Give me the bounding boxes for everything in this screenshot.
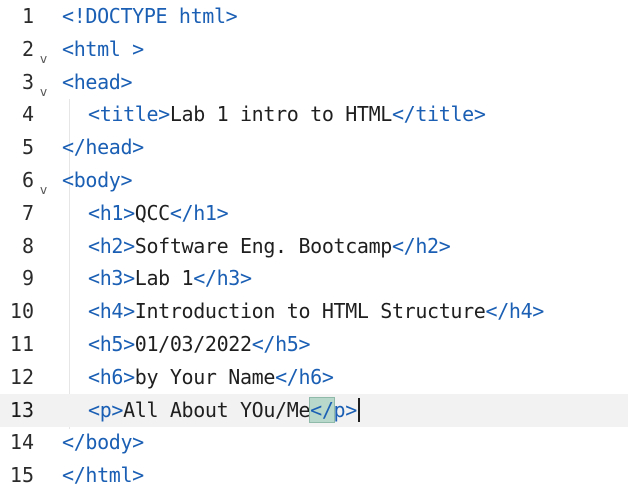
- tag-token: <h6>: [88, 364, 135, 389]
- tag-token: </h5>: [251, 332, 311, 356]
- code-line[interactable]: 1 <!DOCTYPE html>: [0, 0, 628, 33]
- tag-token: </h2>: [391, 233, 451, 258]
- code-content: <p>All About YOu/Me</p>: [88, 394, 360, 427]
- code-line[interactable]: 13 <p>All About YOu/Me</p>: [0, 393, 628, 427]
- code-content: <h6>by Your Name</h6>: [88, 361, 334, 394]
- text-token: 01/03/2022: [134, 332, 252, 356]
- line-number: 2: [21, 36, 34, 61]
- tag-token: <title>: [88, 102, 170, 127]
- text-cursor: [357, 397, 360, 422]
- code-content: </head>: [62, 131, 144, 164]
- code-content: </body>: [62, 426, 144, 459]
- code-content: <h1>QCC</h1>: [88, 197, 229, 230]
- code-content: <body>: [62, 164, 133, 197]
- code-line[interactable]: 15 </html>: [0, 459, 628, 492]
- code-line[interactable]: 4 <title>Lab 1 intro to HTML</title>: [0, 98, 628, 131]
- code-line[interactable]: 5 </head>: [0, 131, 628, 164]
- code-line[interactable]: 10 <h4>Introduction to HTML Structure</h4…: [0, 295, 628, 328]
- line-number: 3: [21, 69, 34, 94]
- code-line[interactable]: 12 <h6>by Your Name</h6>: [0, 361, 628, 394]
- text-token: Introduction to HTML Structure: [134, 299, 486, 324]
- code-content: <head>: [62, 66, 133, 99]
- bracket-match-highlight: </: [309, 396, 335, 423]
- tag-token: </p>: [309, 396, 358, 423]
- tag-token: </body>: [62, 430, 144, 455]
- code-content: </html>: [62, 459, 144, 492]
- code-line[interactable]: 7 <h1>QCC</h1>: [0, 197, 628, 230]
- text-token: by Your Name: [134, 364, 276, 389]
- tag-token: <h1>: [88, 200, 135, 225]
- code-line[interactable]: 8 <h2>Software Eng. Bootcamp</h2>: [0, 230, 628, 263]
- tag-token: <head>: [62, 69, 133, 94]
- tag-token: </h1>: [169, 200, 229, 225]
- code-content: <h4>Introduction to HTML Structure</h4>: [88, 295, 544, 328]
- tag-token: <h3>: [88, 266, 135, 291]
- code-content: <html >: [62, 33, 144, 66]
- tag-token: <h4>: [88, 299, 135, 324]
- line-number: 11: [9, 332, 34, 356]
- line-number: 6: [21, 168, 34, 192]
- tag-token: <!DOCTYPE html>: [62, 4, 238, 28]
- tag-token: <html >: [62, 36, 144, 61]
- text-token: All About YOu/Me: [123, 397, 311, 422]
- line-number: 13: [9, 397, 34, 422]
- tag-token: </h4>: [485, 299, 545, 324]
- line-number: 10: [9, 299, 34, 324]
- text-token: QCC: [134, 200, 170, 225]
- code-line[interactable]: 3 v <head>: [0, 66, 628, 99]
- code-line[interactable]: 9 <h3>Lab 1</h3>: [0, 262, 628, 295]
- code-line[interactable]: 14 </body>: [0, 426, 628, 459]
- code-editor[interactable]: 1 <!DOCTYPE html> 2 v <html >3 v <head> 4 <title…: [0, 0, 628, 499]
- code-content: <h3>Lab 1</h3>: [88, 262, 252, 295]
- line-number: 9: [21, 266, 34, 291]
- code-content: <h2>Software Eng. Bootcamp</h2>: [88, 230, 451, 263]
- line-number: 4: [21, 102, 34, 127]
- text-token: Lab 1 intro to HTML: [169, 102, 392, 127]
- line-number: 7: [21, 200, 34, 225]
- line-number: 5: [21, 135, 34, 160]
- tag-token: </h3>: [193, 266, 252, 291]
- line-number: 15: [9, 463, 34, 488]
- tag-token-rest: p>: [333, 397, 358, 422]
- line-number: 8: [21, 233, 34, 258]
- code-line[interactable]: 11 <h5>01/03/2022</h5>: [0, 328, 628, 361]
- code-content: <title>Lab 1 intro to HTML</title>: [88, 98, 486, 131]
- text-token: Software Eng. Bootcamp: [134, 233, 393, 258]
- code-content: <!DOCTYPE html>: [62, 0, 238, 33]
- code-line[interactable]: 2 v <html >: [0, 33, 628, 66]
- line-number: 12: [9, 364, 34, 389]
- tag-token: </head>: [62, 135, 144, 160]
- tag-token: <p>: [88, 397, 124, 422]
- code-line[interactable]: 6 v <body>: [0, 164, 628, 197]
- tag-token: <h5>: [88, 332, 135, 356]
- line-number: 14: [9, 430, 34, 455]
- text-token: Lab 1: [134, 266, 194, 291]
- tag-token: <h2>: [88, 233, 135, 258]
- tag-token: </html>: [62, 463, 144, 488]
- tag-token: </h6>: [275, 364, 334, 389]
- tag-token: <body>: [62, 168, 133, 192]
- tag-token: </title>: [391, 102, 486, 127]
- code-content: <h5>01/03/2022</h5>: [88, 328, 311, 361]
- line-number: 1: [21, 4, 34, 28]
